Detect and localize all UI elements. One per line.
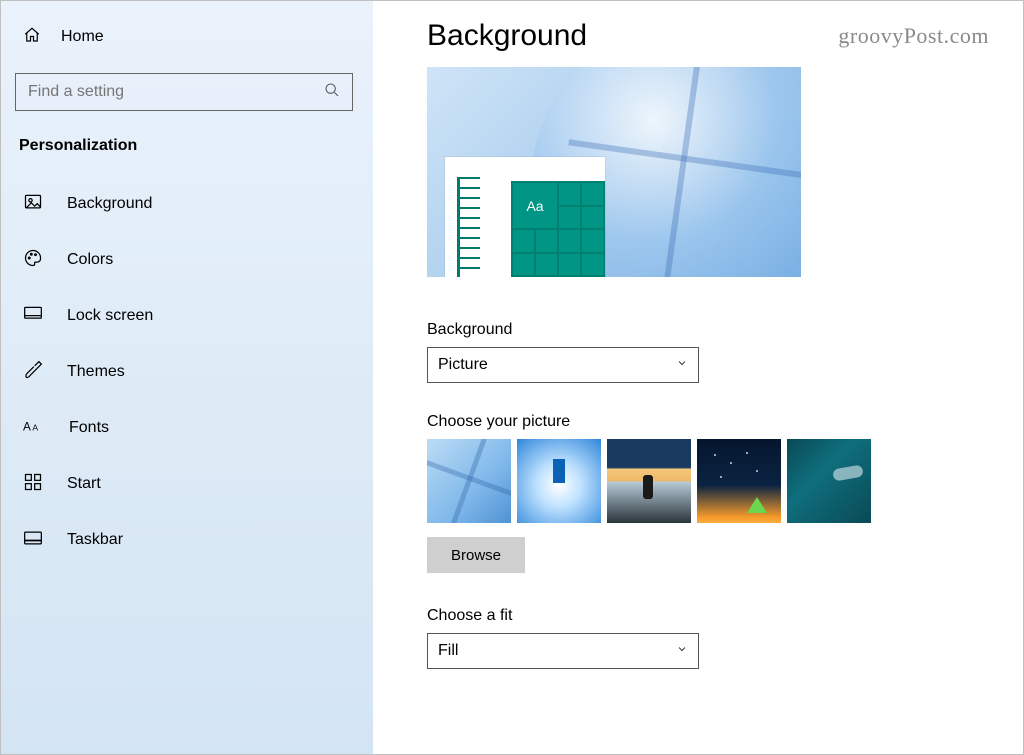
picture-thumbnail[interactable] <box>607 439 691 523</box>
preview-sample-text: Aa <box>513 183 557 228</box>
choose-fit-label: Choose a fit <box>427 607 983 625</box>
watermark: groovyPost.com <box>838 23 989 49</box>
background-dropdown-value: Picture <box>438 356 488 374</box>
background-dropdown[interactable]: Picture <box>427 347 699 383</box>
sidebar-item-colors[interactable]: Colors <box>15 237 359 283</box>
sidebar-item-label: Start <box>67 475 101 493</box>
sidebar-item-label: Taskbar <box>67 531 123 549</box>
search-input[interactable] <box>28 83 303 101</box>
chevron-down-icon <box>676 642 688 660</box>
chevron-down-icon <box>676 356 688 374</box>
picture-thumbnail[interactable] <box>787 439 871 523</box>
home-link[interactable]: Home <box>15 19 359 55</box>
sidebar-item-lock-screen[interactable]: Lock screen <box>15 293 359 339</box>
preview-start-tiles: Aa <box>511 181 605 277</box>
start-icon <box>23 472 43 497</box>
palette-icon <box>23 248 43 273</box>
search-icon <box>324 82 340 103</box>
background-field: Background Picture <box>427 321 983 383</box>
image-icon <box>23 192 43 217</box>
sidebar-nav: Background Colors Lock screen <box>15 181 359 573</box>
sidebar-item-label: Fonts <box>69 419 109 437</box>
main-content: Background groovyPost.com Aa Background … <box>373 1 1023 754</box>
search-box[interactable] <box>15 73 353 111</box>
sidebar-item-label: Themes <box>67 363 125 381</box>
sidebar-item-label: Background <box>67 195 152 213</box>
brush-icon <box>23 360 43 385</box>
sidebar-item-fonts[interactable]: A A Fonts <box>15 405 359 451</box>
background-preview: Aa <box>427 67 801 277</box>
home-icon <box>23 26 41 49</box>
preview-ruler <box>457 177 497 277</box>
browse-button[interactable]: Browse <box>427 537 525 573</box>
picture-thumbnail[interactable] <box>697 439 781 523</box>
svg-text:A: A <box>32 422 38 432</box>
category-title: Personalization <box>19 137 359 155</box>
svg-text:A: A <box>23 420 31 433</box>
sidebar-item-background[interactable]: Background <box>15 181 359 227</box>
monitor-icon <box>23 304 43 329</box>
sidebar-item-label: Colors <box>67 251 113 269</box>
choose-picture-label: Choose your picture <box>427 413 983 431</box>
taskbar-icon <box>23 528 43 553</box>
settings-sidebar: Home Personalization Background <box>1 1 373 754</box>
home-label: Home <box>61 28 104 46</box>
fonts-icon: A A <box>23 416 45 441</box>
sidebar-item-themes[interactable]: Themes <box>15 349 359 395</box>
fit-dropdown-value: Fill <box>438 642 458 660</box>
sidebar-item-label: Lock screen <box>67 307 153 325</box>
fit-dropdown[interactable]: Fill <box>427 633 699 669</box>
sidebar-item-taskbar[interactable]: Taskbar <box>15 517 359 563</box>
sidebar-item-start[interactable]: Start <box>15 461 359 507</box>
picture-thumbnail[interactable] <box>427 439 511 523</box>
picture-thumbnail[interactable] <box>517 439 601 523</box>
background-label: Background <box>427 321 983 339</box>
picture-thumbnails <box>427 439 983 523</box>
